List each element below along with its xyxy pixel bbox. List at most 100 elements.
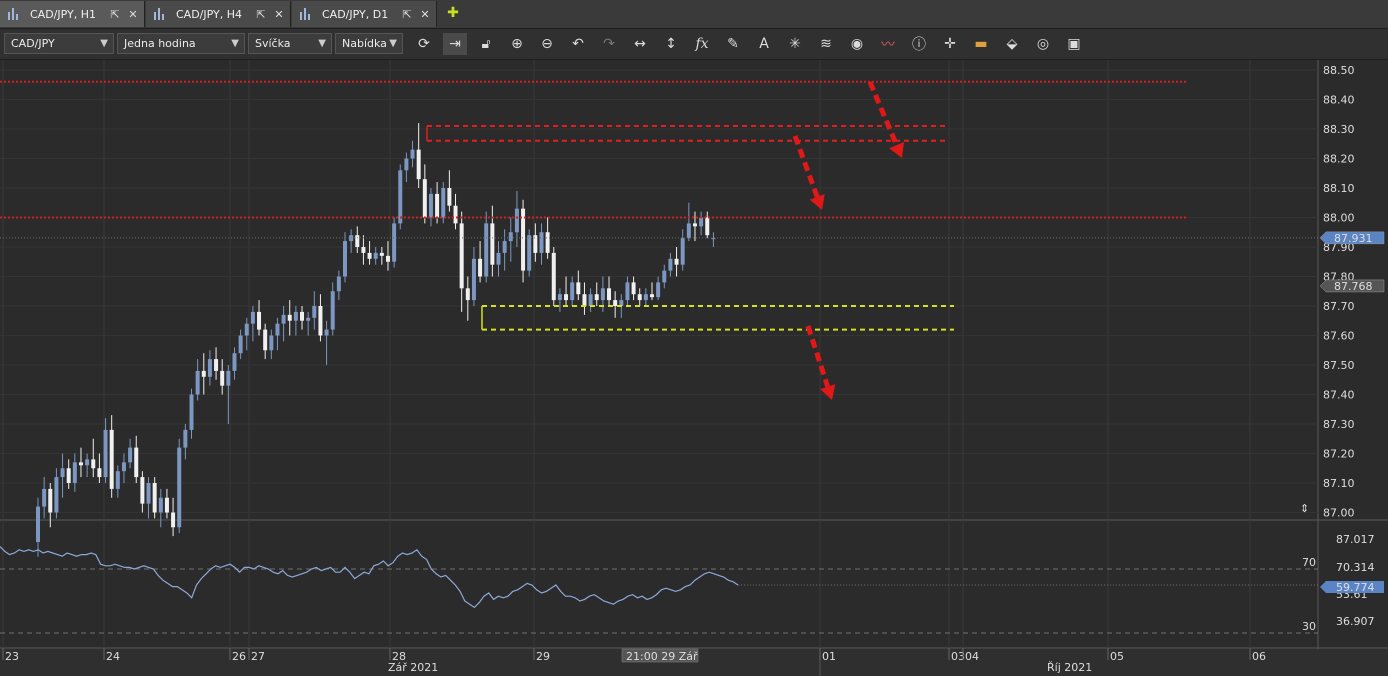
color-scheme-icon[interactable]: ▬ (969, 33, 993, 55)
symbol-value: CAD/JPY (11, 37, 55, 50)
price-tick-label: 88.10 (1323, 182, 1355, 195)
tab-cadjpy-h4[interactable]: CAD/JPY, H4 ⇱ ✕ (146, 1, 291, 27)
close-icon[interactable]: ✕ (126, 8, 140, 21)
candle-body (275, 323, 280, 336)
autoscroll-icon[interactable]: ⇥ (443, 33, 467, 55)
candle-body (404, 158, 409, 171)
rsi-level-label: 30 (1302, 620, 1316, 633)
candle-body (465, 288, 470, 301)
detach-icon[interactable]: ⇱ (400, 8, 414, 21)
pencil-icon[interactable]: ✎ (721, 33, 745, 55)
time-tick-label: 05 (1110, 650, 1124, 663)
save-icon[interactable]: ▣ (1062, 33, 1086, 55)
candle-body (490, 223, 495, 265)
price-tick-label: 88.00 (1323, 212, 1355, 225)
timeframe-value: Jedna hodina (124, 37, 196, 50)
candle-body (508, 232, 513, 242)
candle-body (637, 294, 642, 301)
undo-icon[interactable]: ↶ (566, 33, 590, 55)
candle-body (582, 294, 587, 306)
timeframe-select[interactable]: Jedna hodina ▼ (117, 33, 245, 54)
candle-body (435, 193, 440, 218)
candle-body (674, 258, 679, 265)
candle-body (650, 294, 654, 298)
chart-type-select[interactable]: Svíčka ▼ (248, 33, 332, 54)
indicators-fx-icon[interactable]: fx (690, 33, 714, 55)
candle-body (226, 370, 231, 386)
detach-icon[interactable]: ⇱ (108, 8, 122, 21)
candle-body (570, 282, 575, 301)
time-tick-label: 23 (5, 650, 19, 663)
text-tool-icon[interactable]: A (752, 33, 776, 55)
zoom-in-icon[interactable]: ⊕ (505, 33, 529, 55)
candle-body (447, 188, 452, 206)
chart-style-icon[interactable]: 〰 (876, 33, 900, 55)
candle-body (343, 241, 347, 277)
candle-body (600, 288, 605, 301)
chart-area[interactable]: 703087.01770.31453.6136.90759.774 88.508… (0, 60, 1388, 676)
candle-body (453, 205, 458, 224)
candle-body (164, 497, 169, 513)
refresh-icon[interactable]: ⟳ (412, 33, 436, 55)
close-icon[interactable]: ✕ (418, 8, 432, 21)
time-group-label: Zář 2021 (388, 661, 438, 674)
price-tick-label: 87.60 (1323, 330, 1355, 343)
candle-body (85, 459, 90, 466)
candle-body (48, 488, 53, 513)
candle-body (392, 223, 397, 262)
horizontal-fit-icon[interactable]: ↔ (628, 33, 652, 55)
candle-body (416, 149, 421, 180)
candle-body (257, 311, 262, 330)
lock-icon[interactable]: 🔓︎ (474, 33, 498, 55)
info-icon[interactable]: ⓘ (907, 33, 931, 55)
crosshair-time-label: 21:00 29 Zář (626, 650, 698, 663)
fill-icon[interactable]: ⬙ (1000, 33, 1024, 55)
zoom-out-icon[interactable]: ⊖ (535, 33, 559, 55)
candle-body (705, 217, 710, 236)
candle-body (66, 468, 71, 483)
candle-body (293, 311, 298, 321)
rsi-level-label: 70 (1302, 556, 1316, 569)
price-tick-label: 87.40 (1323, 389, 1355, 402)
tab-cadjpy-h1[interactable]: CAD/JPY, H1 ⇱ ✕ (0, 1, 145, 27)
candle-body (60, 468, 65, 478)
redo-icon[interactable]: ↷ (597, 33, 621, 55)
rsi-value-marker: 59.774 (1320, 581, 1384, 594)
candle-body (367, 252, 372, 259)
cursor-cross-icon[interactable]: ✛ (938, 33, 962, 55)
candle-body (54, 477, 59, 513)
detach-icon[interactable]: ⇱ (254, 8, 268, 21)
layers-icon[interactable]: ≋ (814, 33, 838, 55)
candle-body (502, 241, 507, 253)
candle-body (158, 497, 163, 513)
add-chart-icon[interactable]: ✚ (441, 2, 465, 24)
price-marker: 87.931 (1319, 231, 1385, 245)
menu-select[interactable]: Nabídka ▼ (335, 33, 403, 54)
candle-body (195, 370, 200, 395)
candle-body (680, 238, 685, 265)
candle-body (539, 232, 544, 253)
vertical-fit-icon[interactable]: ↕ (659, 33, 683, 55)
candle-body (662, 270, 667, 283)
price-tick-label: 87.50 (1323, 359, 1355, 372)
candle-body (36, 506, 40, 542)
settings-ring-icon[interactable]: ◎ (1031, 33, 1055, 55)
candle-body (428, 193, 433, 218)
chevron-down-icon: ▼ (318, 38, 326, 49)
candle-body (643, 294, 648, 301)
candle-body (220, 370, 225, 386)
rsi-marker-label: 59.774 (1336, 581, 1375, 594)
crosshair-tool-icon[interactable]: ✳ (783, 33, 807, 55)
tab-cadjpy-d1[interactable]: CAD/JPY, D1 ⇱ ✕ (292, 1, 437, 27)
candle-body (588, 294, 593, 306)
symbol-select[interactable]: CAD/JPY ▼ (4, 33, 114, 54)
eye-icon[interactable]: ◉ (845, 33, 869, 55)
candle-body (514, 208, 519, 233)
candle (521, 199, 526, 283)
rsi-tick-label: 70.314 (1336, 561, 1375, 574)
candle-body (97, 468, 102, 478)
price-marker-label: 87.931 (1334, 232, 1373, 245)
close-icon[interactable]: ✕ (272, 8, 286, 21)
candle-body (625, 282, 630, 301)
candle-body (336, 276, 341, 292)
